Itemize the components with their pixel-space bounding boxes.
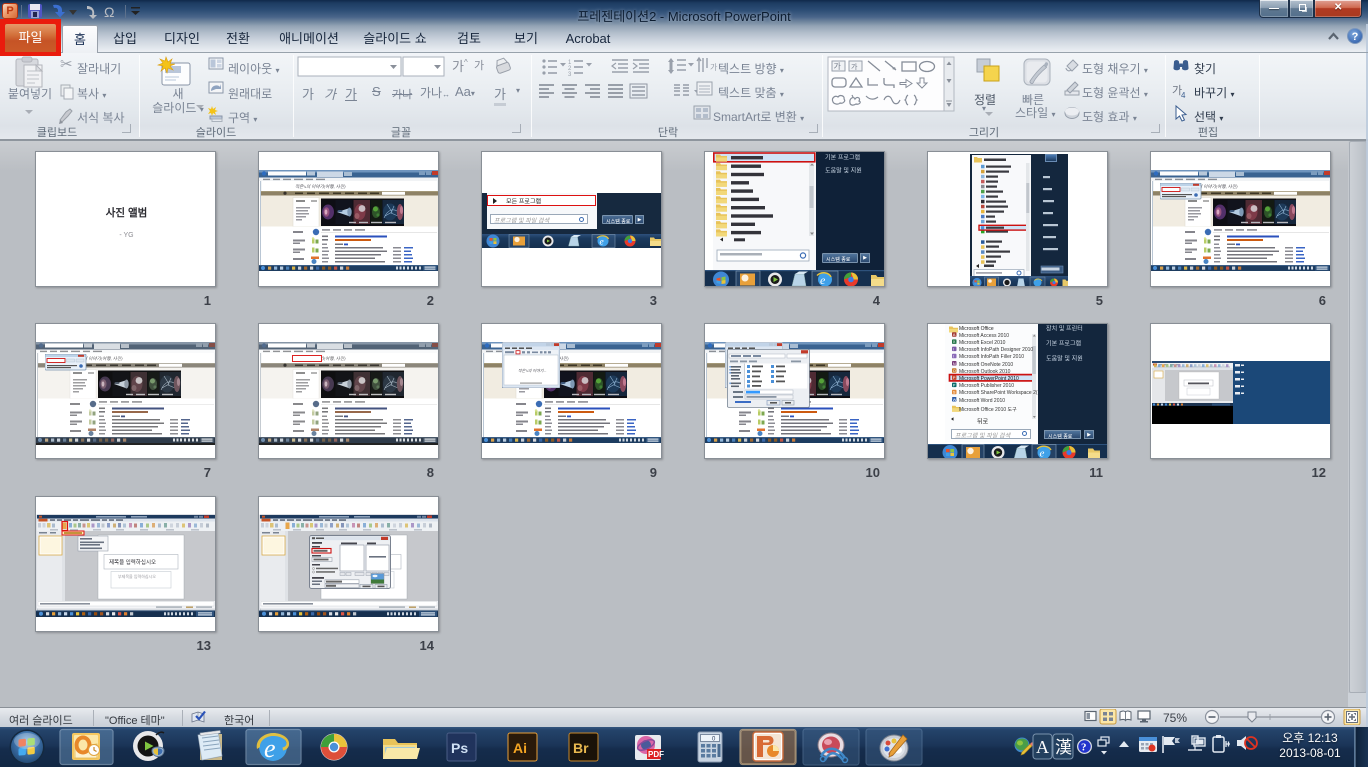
svg-text:I: I (953, 354, 954, 359)
svg-text:가: 가 (851, 62, 858, 71)
svg-text:N: N (953, 361, 956, 366)
svg-text:漢: 漢 (1055, 738, 1072, 757)
svg-text:I: I (953, 346, 954, 351)
svg-text:?: ? (1081, 742, 1087, 754)
svg-text:가^: 가^ (452, 58, 468, 74)
svg-text:e: e (1040, 448, 1045, 460)
svg-text:e: e (600, 238, 604, 248)
svg-text:P: P (953, 382, 956, 387)
svg-text:P: P (953, 375, 956, 380)
svg-text:Ps: Ps (451, 740, 468, 756)
svg-text:S: S (953, 390, 956, 395)
svg-text:가: 가 (834, 62, 842, 71)
svg-text:e: e (264, 734, 276, 763)
svg-text:✂: ✂ (60, 56, 73, 73)
svg-text:부제목을 입력하십시오: 부제목을 입력하십시오 (118, 573, 156, 579)
svg-text:X: X (953, 339, 956, 344)
svg-text:A: A (953, 332, 956, 337)
svg-text:3: 3 (568, 72, 572, 78)
svg-text:가: 가 (474, 59, 484, 72)
svg-text:Ai: Ai (513, 740, 527, 756)
svg-text:제목을 입력하십시오: 제목을 입력하십시오 (109, 558, 156, 566)
svg-text:Br: Br (573, 740, 589, 756)
svg-text:PDF: PDF (648, 750, 664, 759)
svg-text:4: 4 (1181, 91, 1186, 100)
svg-text:W: W (953, 397, 957, 402)
svg-text:A: A (1036, 737, 1049, 757)
svg-text:e: e (820, 273, 826, 287)
svg-text:가: 가 (710, 63, 718, 72)
svg-text:O: O (953, 368, 956, 373)
svg-text:Ω: Ω (104, 4, 114, 20)
